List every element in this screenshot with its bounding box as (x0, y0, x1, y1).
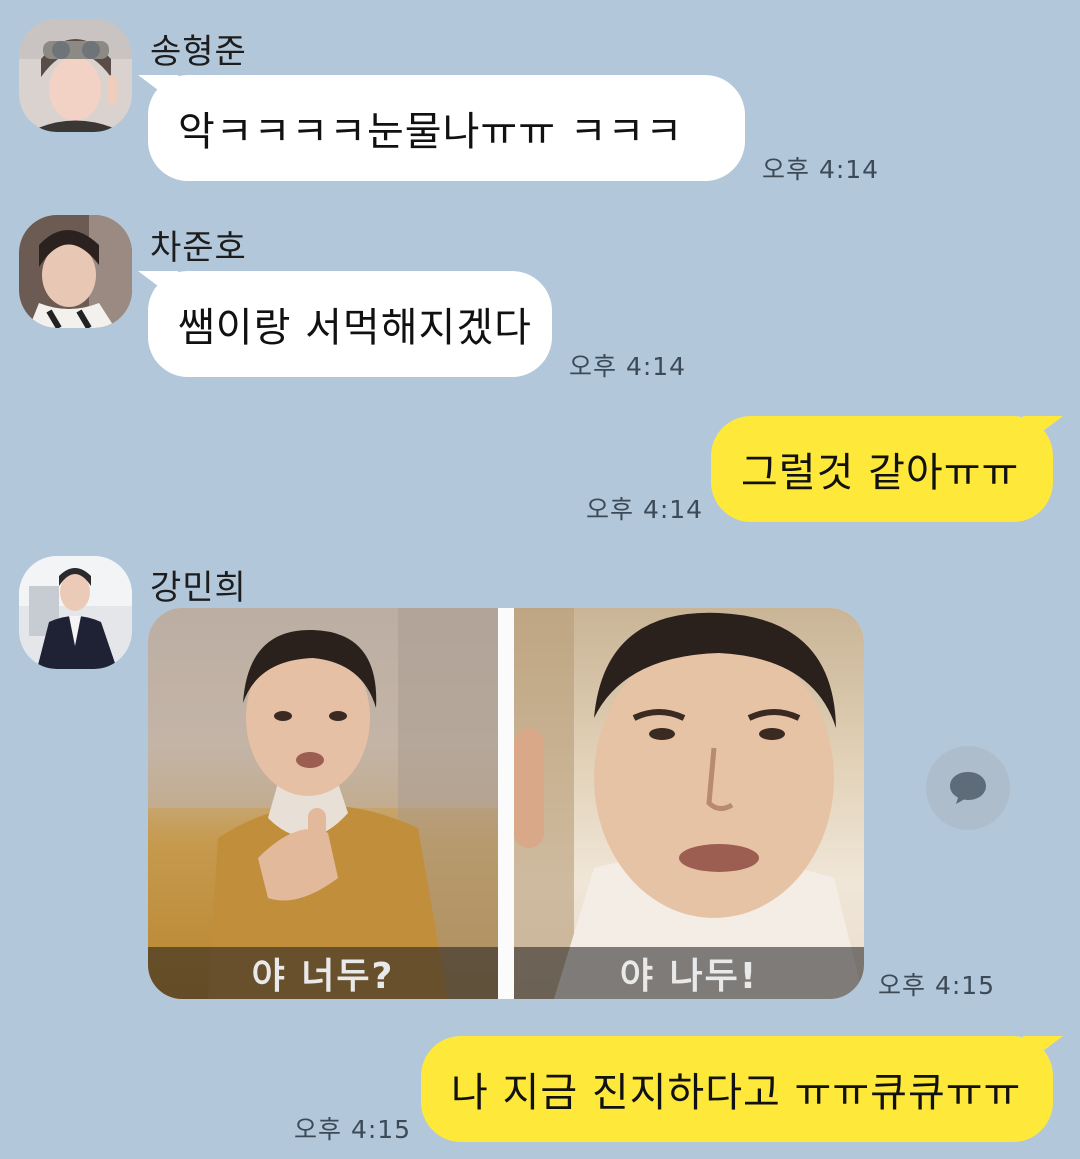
profile-photo-icon (19, 556, 132, 669)
sender-name: 송형준 (150, 32, 247, 72)
message-text: 나 지금 진지하다고 ㅠㅠ큐큐ㅠㅠ (451, 1070, 1022, 1116)
image-divider (498, 608, 514, 999)
sender-name: 강민희 (150, 568, 247, 608)
image-message[interactable]: 야 너두? 야 나두! (148, 608, 864, 999)
message-text: 쌤이랑 서먹해지겠다 (178, 305, 532, 351)
image-caption: 야 나두! (619, 956, 759, 997)
chat-bubble-icon (950, 772, 986, 804)
message-bubble[interactable]: 그럴것 같아ㅠㅠ (711, 416, 1053, 522)
share-button[interactable] (926, 746, 1010, 830)
message-time: 오후 4:14 (586, 495, 704, 524)
person-photo-icon (148, 608, 498, 999)
message-bubble[interactable]: 악ㅋㅋㅋㅋ눈물나ㅠㅠ ㅋㅋㅋ (148, 75, 745, 181)
message-text: 악ㅋㅋㅋㅋ눈물나ㅠㅠ ㅋㅋㅋ (178, 109, 684, 155)
image-caption: 야 너두? (251, 956, 395, 997)
message-text: 그럴것 같아ㅠㅠ (741, 450, 1020, 496)
sender-name: 차준호 (150, 228, 247, 268)
profile-photo-icon (19, 215, 132, 328)
avatar[interactable] (19, 215, 132, 328)
image-caption-bar: 야 나두! (514, 947, 864, 999)
message-bubble[interactable]: 쌤이랑 서먹해지겠다 (148, 271, 552, 377)
message-bubble[interactable]: 나 지금 진지하다고 ㅠㅠ큐큐ㅠㅠ (421, 1036, 1053, 1142)
message-time: 오후 4:15 (294, 1115, 412, 1144)
image-caption-bar: 야 너두? (148, 947, 498, 999)
message-time: 오후 4:15 (878, 971, 996, 1000)
person-photo-icon (514, 608, 864, 999)
message-time: 오후 4:14 (762, 155, 880, 184)
avatar[interactable] (19, 19, 132, 132)
chat-room: 송형준 악ㅋㅋㅋㅋ눈물나ㅠㅠ ㅋㅋㅋ 오후 4:14 차준호 쌤이랑 서먹해지겠… (0, 0, 1080, 1159)
avatar[interactable] (19, 556, 132, 669)
image-panel-left: 야 너두? (148, 608, 498, 999)
image-panel-right: 야 나두! (514, 608, 864, 999)
profile-photo-icon (19, 19, 132, 132)
message-time: 오후 4:14 (569, 352, 687, 381)
